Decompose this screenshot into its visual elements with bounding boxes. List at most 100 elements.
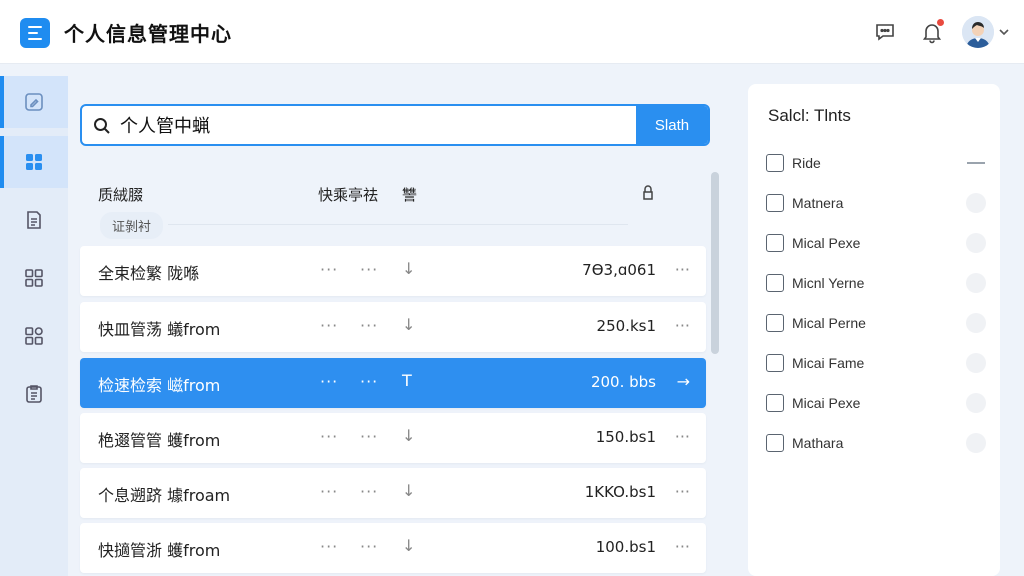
menu-logo-icon[interactable] xyxy=(20,18,50,48)
checkbox[interactable] xyxy=(766,394,784,412)
divider xyxy=(168,224,628,225)
notification-badge xyxy=(937,19,944,26)
search-input[interactable] xyxy=(120,112,630,138)
filter-option[interactable]: Mical Pexe xyxy=(766,232,986,256)
table-row[interactable]: 栬逫管管 蠖from ··· ··· ↓ 150.bs1 ··· xyxy=(80,413,706,463)
more-icon[interactable]: ··· xyxy=(360,427,378,446)
filter-panel-title: Salcl: Tlnts xyxy=(768,106,851,125)
row-menu-icon[interactable]: ··· xyxy=(675,482,690,501)
checkbox[interactable] xyxy=(766,434,784,452)
row-name: 个息遡跻 壉froam xyxy=(98,486,231,505)
checkbox[interactable] xyxy=(766,354,784,372)
column-header-name[interactable]: 质絨腏 xyxy=(98,184,143,205)
filter-option-label: Matnera xyxy=(792,195,844,211)
grid-icon xyxy=(26,154,42,170)
checkbox[interactable] xyxy=(766,234,784,252)
filter-option-label: Micai Fame xyxy=(792,355,865,371)
row-name: 全束检繁 陇喺 xyxy=(98,264,200,283)
filter-option-label: Mical Pexe xyxy=(792,235,861,251)
more-icon[interactable]: ··· xyxy=(360,372,378,391)
clipboard-icon xyxy=(26,385,42,403)
row-size: 1KKO.bs1 xyxy=(584,483,656,501)
table-row[interactable]: 快皿管荡 蟻from ··· ··· ↓ 250.ks1 ··· xyxy=(80,302,706,352)
more-icon[interactable]: ··· xyxy=(320,316,338,335)
row-size: 200. bbs xyxy=(590,373,656,391)
row-name: 检速检索 嵫fr​om xyxy=(98,376,221,395)
sidebar-item-modules[interactable] xyxy=(0,310,68,362)
sidebar-item-dashboard[interactable] xyxy=(0,136,68,188)
toggle-knob-icon[interactable] xyxy=(966,433,986,453)
app-header: 个人信息管理中心 xyxy=(0,0,1024,64)
search-button[interactable]: Slath xyxy=(636,106,708,144)
more-icon[interactable]: ··· xyxy=(320,372,338,391)
row-size: 250.ks1 xyxy=(596,317,656,335)
avatar[interactable] xyxy=(962,16,994,48)
filter-option[interactable]: Micai Fame xyxy=(766,352,986,376)
arrow-right-icon[interactable]: → xyxy=(677,372,690,391)
toggle-knob-icon[interactable] xyxy=(966,393,986,413)
toggle-knob-icon[interactable] xyxy=(966,193,986,213)
scrollbar-thumb[interactable] xyxy=(711,172,719,354)
more-icon[interactable]: ··· xyxy=(320,260,338,279)
row-menu-icon[interactable]: ··· xyxy=(675,537,690,556)
toggle-knob-icon[interactable] xyxy=(966,233,986,253)
more-icon[interactable]: ··· xyxy=(320,482,338,501)
chevron-down-icon[interactable] xyxy=(998,27,1010,37)
filter-option-label: Mathara xyxy=(792,435,844,451)
document-icon xyxy=(27,211,41,229)
arrow-down-icon[interactable]: ↓ xyxy=(402,259,415,278)
row-menu-icon[interactable]: ··· xyxy=(675,427,690,446)
filter-option-label: Mical Perne xyxy=(792,315,866,331)
more-icon[interactable]: ··· xyxy=(320,537,338,556)
search-icon xyxy=(94,118,110,134)
sidebar-item-notes[interactable] xyxy=(0,368,68,420)
more-icon[interactable]: ··· xyxy=(360,260,378,279)
arrow-down-icon[interactable]: ↓ xyxy=(402,315,415,334)
filter-option[interactable]: Matnera xyxy=(766,192,986,216)
table-row-selected[interactable]: 检速检索 嵫fr​om ··· ··· T 200. bbs → xyxy=(80,358,706,408)
app-title: 个人信息管理中心 xyxy=(64,22,232,46)
filter-option-label: Ride xyxy=(792,155,821,171)
toggle-knob-icon[interactable] xyxy=(966,353,986,373)
toggle-knob-icon[interactable] xyxy=(966,273,986,293)
text-icon[interactable]: T xyxy=(402,371,412,390)
checkbox[interactable] xyxy=(766,274,784,292)
column-header-actions[interactable]: 快乘亭祛 xyxy=(318,184,378,205)
more-icon[interactable]: ··· xyxy=(360,537,378,556)
row-size: 7Ɵ3,ɑ061 xyxy=(582,261,656,279)
filter-option[interactable]: Micnl Yerne xyxy=(766,272,986,296)
sidebar-item-edit[interactable] xyxy=(0,76,68,128)
table-row[interactable]: 个息遡跻 壉froam ··· ··· ↓ 1KKO.bs1 ··· xyxy=(80,468,706,518)
more-icon[interactable]: ··· xyxy=(360,482,378,501)
row-menu-icon[interactable]: ··· xyxy=(675,260,690,279)
checkbox[interactable] xyxy=(766,194,784,212)
table-row[interactable]: 快擿管浙 蠖from ··· ··· ↓ 100.bs1 ··· xyxy=(80,523,706,573)
row-name: 快皿管荡 蟻from xyxy=(98,320,221,339)
checkbox[interactable] xyxy=(766,314,784,332)
sidebar-item-documents[interactable] xyxy=(0,194,68,246)
filter-option[interactable]: Micai Pexe xyxy=(766,392,986,416)
lock-icon[interactable] xyxy=(641,184,655,202)
row-menu-icon[interactable]: ··· xyxy=(675,316,690,335)
message-icon[interactable] xyxy=(873,20,897,44)
filter-option-label: Micai Pexe xyxy=(792,395,861,411)
toggle-knob-icon[interactable] xyxy=(966,313,986,333)
more-icon[interactable]: ··· xyxy=(360,316,378,335)
filter-panel: Salcl: Tlnts Ride Matnera Mical Pexe Mic… xyxy=(748,84,1000,576)
arrow-down-icon[interactable]: ↓ xyxy=(402,481,415,500)
filter-option[interactable]: Ride xyxy=(766,152,986,176)
table-row[interactable]: 全束检繁 陇喺 ··· ··· ↓ 7Ɵ3,ɑ061 ··· xyxy=(80,246,706,296)
collapse-icon[interactable] xyxy=(966,153,986,173)
arrow-down-icon[interactable]: ↓ xyxy=(402,426,415,445)
row-name: 快擿管浙 蠖from xyxy=(98,541,221,560)
sidebar xyxy=(0,76,68,576)
sidebar-item-apps[interactable] xyxy=(0,252,68,304)
filter-tag[interactable]: 证剝衬 xyxy=(100,212,164,239)
more-icon[interactable]: ··· xyxy=(320,427,338,446)
filter-option[interactable]: Mathara xyxy=(766,432,986,456)
modules-icon xyxy=(25,327,43,345)
arrow-down-icon[interactable]: ↓ xyxy=(402,536,415,555)
column-header-type[interactable]: 讐 xyxy=(402,184,417,205)
checkbox[interactable] xyxy=(766,154,784,172)
filter-option[interactable]: Mical Perne xyxy=(766,312,986,336)
